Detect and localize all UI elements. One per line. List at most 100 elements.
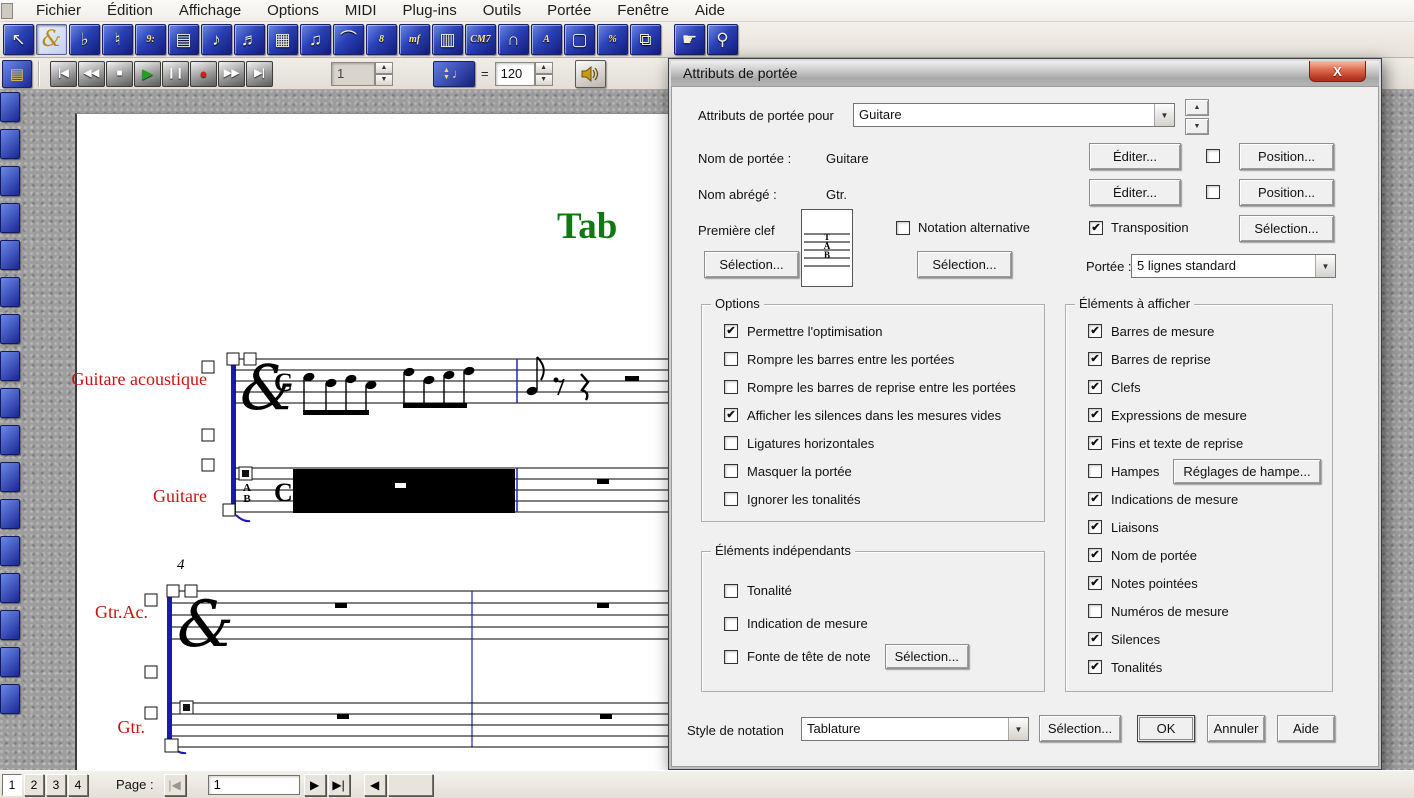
palette-tool-button[interactable] xyxy=(0,129,20,159)
palette-tool-button[interactable] xyxy=(0,499,20,529)
abbr-position-button[interactable]: Position... xyxy=(1239,179,1334,206)
palette-tool-button[interactable] xyxy=(0,573,20,603)
help-button[interactable]: Aide xyxy=(1277,715,1335,742)
view-page-button-1[interactable]: 1 xyxy=(2,774,22,796)
staff-name-position-checkbox[interactable] xyxy=(1206,149,1220,163)
text-tool-button[interactable]: A xyxy=(531,24,562,55)
unchecked-checkbox[interactable] xyxy=(724,436,738,450)
tempo-spin-up-button[interactable]: ▲ xyxy=(535,62,553,74)
palette-tool-button[interactable] xyxy=(0,610,20,640)
ottava-button[interactable]: 8 xyxy=(366,24,397,55)
staff-spin-down-button[interactable]: ▼ xyxy=(1185,118,1209,135)
checked-checkbox[interactable]: ✔ xyxy=(1088,380,1102,394)
articulation-button[interactable]: ∩ xyxy=(498,24,529,55)
system-barline[interactable] xyxy=(167,585,172,747)
pause-button[interactable]: ❙❙ xyxy=(162,61,189,87)
checked-checkbox[interactable]: ✔ xyxy=(1088,548,1102,562)
view-page-button-3[interactable]: 3 xyxy=(46,774,66,796)
checked-checkbox[interactable]: ✔ xyxy=(1088,352,1102,366)
menu-item-fichier[interactable]: Fichier xyxy=(23,1,94,20)
unchecked-checkbox[interactable] xyxy=(1088,604,1102,618)
zoom-tool-button[interactable]: ⚲ xyxy=(707,24,738,55)
measure-spin-up-button[interactable]: ▲ xyxy=(375,62,393,74)
unchecked-checkbox[interactable] xyxy=(724,380,738,394)
checked-checkbox[interactable]: ✔ xyxy=(1088,660,1102,674)
dropdown-arrow-icon[interactable]: ▼ xyxy=(1315,255,1335,277)
time-signature-button[interactable]: ♮ xyxy=(102,24,133,55)
unchecked-checkbox[interactable] xyxy=(724,617,738,631)
go-to-start-button[interactable]: |◀ xyxy=(50,61,77,87)
checked-checkbox[interactable]: ✔ xyxy=(724,408,738,422)
palette-tool-button[interactable] xyxy=(0,351,20,381)
play-button[interactable]: ▶ xyxy=(134,61,161,87)
transposition-selection-button[interactable]: Sélection... xyxy=(1239,215,1334,242)
palette-tool-button[interactable] xyxy=(0,277,20,307)
hscroll-thumb[interactable] xyxy=(388,774,433,796)
notation-style-selection-button[interactable]: Sélection... xyxy=(1039,715,1121,742)
smart-shape-slur-button[interactable]: ⌒ xyxy=(333,24,364,55)
close-button[interactable]: X xyxy=(1309,61,1366,82)
dropdown-arrow-icon[interactable]: ▼ xyxy=(1008,718,1028,740)
selection-arrow-button[interactable]: ↖ xyxy=(3,24,34,55)
page-number-input[interactable] xyxy=(208,775,300,795)
transposition-checkbox[interactable]: ✔ xyxy=(1089,221,1103,235)
key-signature-button[interactable]: ♭ xyxy=(69,24,100,55)
chord-cm7-button[interactable]: CM7 xyxy=(465,24,496,55)
staff-select-combobox[interactable]: Guitare ▼ xyxy=(853,103,1175,127)
unchecked-checkbox[interactable] xyxy=(1088,464,1102,478)
next-page-button[interactable]: ▶ xyxy=(304,774,326,796)
palette-tool-button[interactable] xyxy=(0,462,20,492)
menu-item-outils[interactable]: Outils xyxy=(470,1,534,20)
menu-item-portée[interactable]: Portée xyxy=(534,1,604,20)
palette-tool-button[interactable] xyxy=(0,240,20,270)
go-to-end-button[interactable]: ▶| xyxy=(246,61,273,87)
speaker-icon[interactable] xyxy=(575,60,606,88)
rewind-button[interactable]: ◀◀ xyxy=(78,61,105,87)
keyboard-hyperscribe-button[interactable]: ▦ xyxy=(267,24,298,55)
tempo-note-button[interactable]: ▲▼ ♩ xyxy=(433,61,475,87)
abbr-position-checkbox[interactable] xyxy=(1206,185,1220,199)
selection-region-button[interactable]: ▢ xyxy=(564,24,595,55)
stop-button[interactable]: ■ xyxy=(106,61,133,87)
checked-checkbox[interactable]: ✔ xyxy=(1088,492,1102,506)
tempo-spin-down-button[interactable]: ▼ xyxy=(535,74,553,86)
menu-item-midi[interactable]: MIDI xyxy=(332,1,390,20)
palette-tool-button[interactable] xyxy=(0,388,20,418)
record-button[interactable]: ● xyxy=(190,61,217,87)
palette-tool-button[interactable] xyxy=(0,647,20,677)
checked-checkbox[interactable]: ✔ xyxy=(1088,436,1102,450)
simple-entry-button[interactable]: ♪ xyxy=(201,24,232,55)
checked-checkbox[interactable]: ✔ xyxy=(1088,632,1102,646)
notation-style-combobox[interactable]: Tablature ▼ xyxy=(801,717,1029,741)
dialog-titlebar[interactable]: Attributs de portée X xyxy=(671,61,1379,86)
stem-settings-button[interactable]: Réglages de hampe... xyxy=(1173,459,1320,484)
first-clef-selection-button[interactable]: Sélection... xyxy=(704,251,799,278)
menu-item-affichage[interactable]: Affichage xyxy=(166,1,254,20)
percent-repeat-button[interactable]: % xyxy=(597,24,628,55)
staff-type-combobox[interactable]: 5 lignes standard ▼ xyxy=(1131,254,1336,278)
first-page-button[interactable]: |◀ xyxy=(164,774,186,796)
menu-item-plug-ins[interactable]: Plug-ins xyxy=(390,1,470,20)
tuplet-button[interactable]: ♫ xyxy=(300,24,331,55)
repeat-tool-button[interactable]: ▥ xyxy=(432,24,463,55)
palette-tool-button[interactable] xyxy=(0,684,20,714)
fast-forward-button[interactable]: ▶▶ xyxy=(218,61,245,87)
cancel-button[interactable]: Annuler xyxy=(1207,715,1265,742)
palette-tool-button[interactable] xyxy=(0,536,20,566)
menu-item-édition[interactable]: Édition xyxy=(94,1,166,20)
palette-tool-button[interactable] xyxy=(0,203,20,233)
palette-tool-button[interactable] xyxy=(0,166,20,196)
alt-notation-selection-button[interactable]: Sélection... xyxy=(917,251,1012,278)
staff-name-position-button[interactable]: Position... xyxy=(1239,143,1334,170)
view-page-button-2[interactable]: 2 xyxy=(24,774,44,796)
view-page-button-4[interactable]: 4 xyxy=(68,774,88,796)
checked-checkbox[interactable]: ✔ xyxy=(1088,520,1102,534)
measure-tool-button[interactable]: ▤ xyxy=(168,24,199,55)
alt-notation-checkbox[interactable] xyxy=(896,221,910,235)
last-page-button[interactable]: ▶| xyxy=(328,774,350,796)
palette-tool-button[interactable] xyxy=(0,92,20,122)
unchecked-checkbox[interactable] xyxy=(724,492,738,506)
staff-tool-button[interactable]: & xyxy=(36,24,67,55)
palette-tool-button[interactable] xyxy=(0,425,20,455)
expression-mf-button[interactable]: mf xyxy=(399,24,430,55)
